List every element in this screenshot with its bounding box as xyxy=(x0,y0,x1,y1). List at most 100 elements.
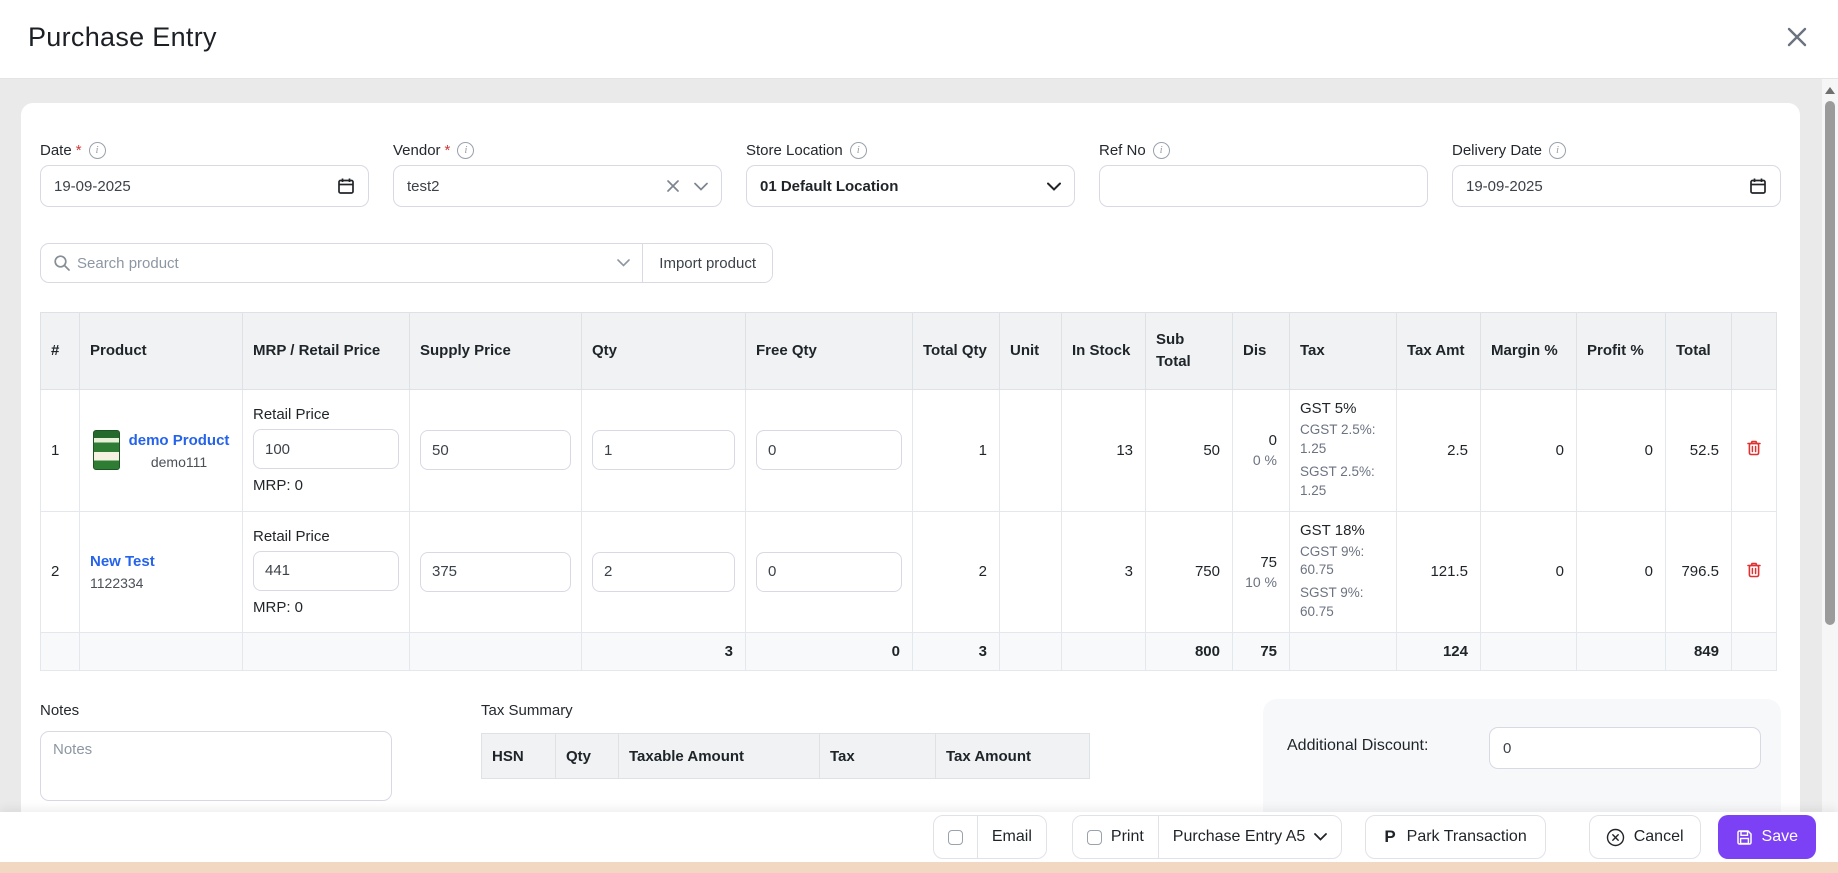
field-date: Date * i 19-09-2025 xyxy=(40,139,369,207)
col-mrp: MRP / Retail Price xyxy=(243,313,410,390)
table-row: 2 New Test 1122334 Retail Price MRP: 0 xyxy=(41,511,1777,633)
product-code: 1122334 xyxy=(90,575,232,591)
circle-x-icon xyxy=(1606,828,1625,847)
retail-price-label: Retail Price xyxy=(253,528,399,545)
taxsum-col-hsn: HSN xyxy=(482,734,556,779)
row-total-value: 796.5 xyxy=(1666,511,1732,633)
total-qty-sum: 3 xyxy=(582,633,746,671)
retail-price-input[interactable] xyxy=(253,551,399,591)
col-unit: Unit xyxy=(1000,313,1062,390)
sub-total-value: 750 xyxy=(1146,511,1233,633)
park-transaction-button[interactable]: P Park Transaction xyxy=(1365,815,1545,859)
info-icon: i xyxy=(1153,142,1170,159)
email-checkbox[interactable] xyxy=(934,816,977,858)
total-free-qty-sum: 0 xyxy=(746,633,913,671)
import-product-button[interactable]: Import product xyxy=(642,244,772,282)
notes-label: Notes xyxy=(40,702,392,724)
form-row: Date * i 19-09-2025 Vendor * i xyxy=(40,139,1781,207)
discount-percent: 0 % xyxy=(1243,452,1277,468)
search-icon xyxy=(53,254,71,272)
chevron-down-icon xyxy=(1047,182,1061,191)
row-index: 1 xyxy=(41,390,80,512)
vendor-select[interactable]: test2 xyxy=(393,165,722,207)
tax-sgst: SGST 2.5%: 1.25 xyxy=(1300,463,1386,501)
print-button[interactable]: Print xyxy=(1073,816,1158,858)
email-button[interactable]: Email xyxy=(977,816,1046,858)
search-input[interactable] xyxy=(75,254,613,273)
margin-value: 0 xyxy=(1481,390,1577,512)
total-total-qty-sum: 3 xyxy=(913,633,1000,671)
print-format-select[interactable]: Purchase Entry A5 xyxy=(1158,816,1342,858)
chevron-down-icon[interactable] xyxy=(617,259,630,267)
notes-input[interactable] xyxy=(40,731,392,801)
product-link[interactable]: demo Product xyxy=(129,431,230,451)
date-label: Date xyxy=(40,142,72,159)
vertical-scrollbar[interactable] xyxy=(1822,79,1838,812)
calendar-icon[interactable] xyxy=(1749,177,1767,195)
info-icon: i xyxy=(1549,142,1566,159)
ref-no-label: Ref No xyxy=(1099,142,1146,159)
save-icon xyxy=(1736,829,1753,846)
col-supply: Supply Price xyxy=(410,313,582,390)
col-total-qty: Total Qty xyxy=(913,313,1000,390)
taxsum-col-tax-amount: Tax Amount xyxy=(936,734,1090,779)
col-in-stock: In Stock xyxy=(1062,313,1146,390)
qty-input[interactable] xyxy=(592,552,735,592)
total-qty-value: 2 xyxy=(913,511,1000,633)
product-link[interactable]: New Test xyxy=(90,552,232,572)
total-tax-amt-sum: 124 xyxy=(1397,633,1481,671)
additional-discount-label: Additional Discount: xyxy=(1287,727,1428,755)
table-row: 1 demo Product demo111 Retail Price xyxy=(41,390,1777,512)
chevron-down-icon[interactable] xyxy=(694,182,708,191)
page-title: Purchase Entry xyxy=(28,22,217,53)
scroll-up-icon[interactable] xyxy=(1825,87,1835,94)
row-index: 2 xyxy=(41,511,80,633)
delete-row-icon[interactable] xyxy=(1744,438,1764,458)
email-button-group: Email xyxy=(933,815,1047,859)
discount-percent: 10 % xyxy=(1243,574,1277,590)
retail-price-input[interactable] xyxy=(253,429,399,469)
delete-row-icon[interactable] xyxy=(1744,560,1764,580)
free-qty-input[interactable] xyxy=(756,552,902,592)
qty-input[interactable] xyxy=(592,430,735,470)
unit-value xyxy=(1000,390,1062,512)
col-total: Total xyxy=(1666,313,1732,390)
field-vendor: Vendor * i test2 xyxy=(393,139,722,207)
save-button[interactable]: Save xyxy=(1718,815,1816,859)
close-icon[interactable] xyxy=(1782,22,1812,52)
tax-cgst: CGST 9%: 60.75 xyxy=(1300,543,1386,581)
free-qty-input[interactable] xyxy=(756,430,902,470)
scrollbar-thumb[interactable] xyxy=(1825,101,1835,625)
tax-summary-block: Tax Summary HSN Qty Taxable Amount Tax T… xyxy=(481,702,1089,779)
additional-discount-input[interactable] xyxy=(1489,727,1761,769)
mrp-text: MRP: 0 xyxy=(253,599,399,616)
ref-no-input[interactable] xyxy=(1099,165,1428,207)
totals-row: 3 0 3 800 75 124 849 xyxy=(41,633,1777,671)
col-margin: Margin % xyxy=(1481,313,1577,390)
info-icon: i xyxy=(850,142,867,159)
supply-price-input[interactable] xyxy=(420,552,571,592)
col-sub-total: Sub Total xyxy=(1146,313,1233,390)
product-search-bar: Import product xyxy=(40,243,773,283)
product-code: demo111 xyxy=(129,454,230,470)
tax-name: GST 18% xyxy=(1300,522,1386,539)
required-asterisk: * xyxy=(445,142,451,159)
store-location-select[interactable]: 01 Default Location xyxy=(746,165,1075,207)
in-stock-value: 3 xyxy=(1062,511,1146,633)
checkbox-icon[interactable] xyxy=(948,830,963,845)
delivery-date-input[interactable]: 19-09-2025 xyxy=(1452,165,1781,207)
tax-summary-table: HSN Qty Taxable Amount Tax Tax Amount xyxy=(481,733,1090,779)
checkbox-icon[interactable] xyxy=(1087,830,1102,845)
grand-total-sum: 849 xyxy=(1666,633,1732,671)
vendor-label: Vendor xyxy=(393,142,441,159)
supply-price-input[interactable] xyxy=(420,430,571,470)
col-tax-amt: Tax Amt xyxy=(1397,313,1481,390)
tax-amt-value: 121.5 xyxy=(1397,511,1481,633)
clear-icon[interactable] xyxy=(666,179,680,193)
calendar-icon[interactable] xyxy=(337,177,355,195)
taxsum-col-taxable: Taxable Amount xyxy=(619,734,820,779)
bottom-accent-strip xyxy=(0,862,1838,873)
table-header-row: # Product MRP / Retail Price Supply Pric… xyxy=(41,313,1777,390)
date-input[interactable]: 19-09-2025 xyxy=(40,165,369,207)
cancel-button[interactable]: Cancel xyxy=(1589,815,1701,859)
